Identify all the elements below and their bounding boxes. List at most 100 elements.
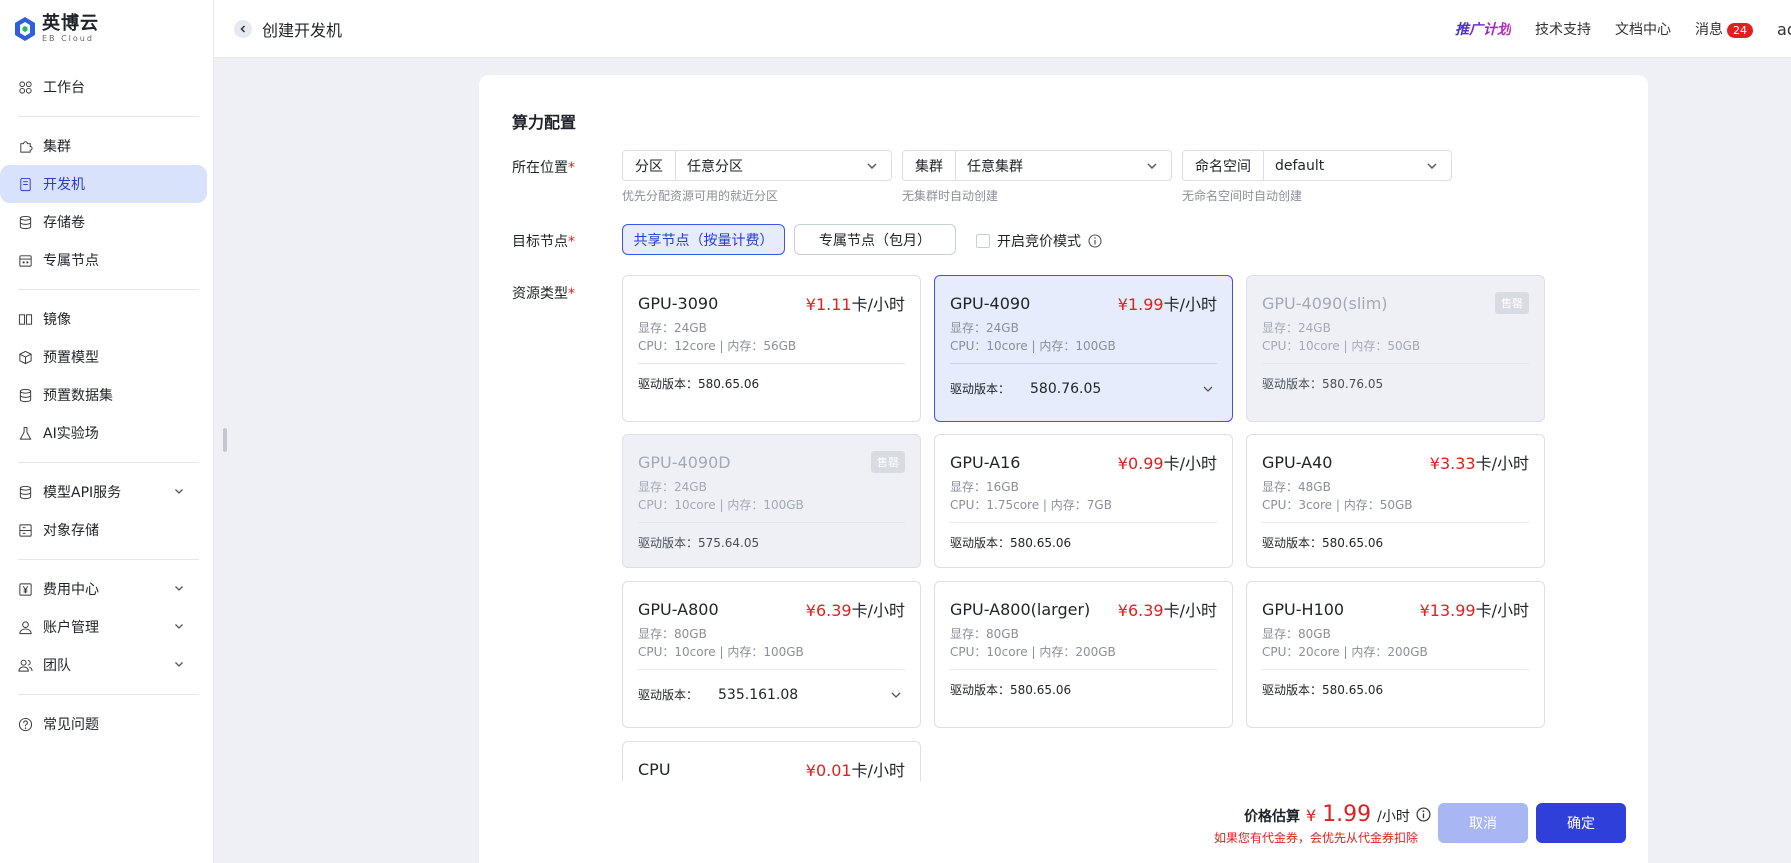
sidebar-item-devmachine[interactable]: 开发机	[0, 165, 207, 203]
docs-link[interactable]: 文档中心	[1615, 19, 1671, 39]
cancel-button[interactable]: 取消	[1438, 803, 1528, 843]
back-button[interactable]	[234, 19, 252, 38]
chevron-down-icon	[175, 489, 183, 494]
sidebar-item-ailab[interactable]: AI实验场	[0, 414, 207, 452]
sidebar-item-billing[interactable]: 费用中心	[0, 570, 207, 608]
sidebar-item-image[interactable]: 镜像	[0, 300, 207, 338]
sidebar-item-modelapi[interactable]: 模型API服务	[0, 473, 207, 511]
card-divider	[638, 669, 905, 670]
dedicated-node-button[interactable]: 专属节点（包月）	[794, 224, 956, 255]
estimate-label: 价格估算	[1244, 809, 1300, 825]
sidebar-item-predataset[interactable]: 预置数据集	[0, 376, 207, 414]
server-icon	[17, 176, 33, 192]
namespace-hint: 无命名空间时自动创建	[1182, 189, 1303, 203]
sidebar-item-label: 常见问题	[43, 717, 99, 733]
cluster-hint: 无集群时自动创建	[902, 189, 999, 203]
gpu-specs: 显存：80GB CPU：10core | 内存：100GB	[638, 627, 804, 659]
sidebar-item-label: AI实验场	[43, 426, 99, 442]
sidebar-item-premodel[interactable]: 预置模型	[0, 338, 207, 376]
support-link[interactable]: 技术支持	[1535, 19, 1591, 39]
sidebar-item-cluster[interactable]: 集群	[0, 127, 207, 165]
gpu-card: GPU-4090D 售罄显存：24GB CPU：10core | 内存：100GB 驱…	[622, 434, 921, 568]
sidebar-resize-handle[interactable]	[223, 428, 227, 452]
namespace-select[interactable]: 命名空间 default	[1182, 150, 1452, 181]
gpu-name: GPU-4090	[950, 293, 1031, 313]
bid-mode-label: 开启竞价模式	[997, 234, 1081, 250]
promo-link[interactable]: 推广计划	[1455, 19, 1511, 39]
driver-row: 驱动版本： 575.64.05	[638, 535, 760, 551]
chevron-down-icon	[867, 163, 877, 169]
gpu-card[interactable]: GPU-3090 ¥1.11卡/小时 显存：24GB CPU：12core | 内存：…	[622, 275, 921, 422]
gpu-specs: 显存：48GB CPU：3core | 内存：50GB	[1262, 480, 1413, 512]
gpu-specs: 显存：24GB CPU：10core | 内存：100GB	[638, 480, 804, 512]
messages-link[interactable]: 消息 24	[1695, 19, 1754, 39]
database-icon	[17, 387, 33, 403]
sidebar-divider	[18, 462, 199, 463]
gpu-card[interactable]: CPU ¥0.01卡/小时	[622, 741, 921, 781]
logo-subtitle: EB Cloud	[42, 34, 94, 43]
zone-prefix: 分区	[623, 151, 676, 180]
sidebar: 英博云 EB Cloud 工作台集群开发机存储卷专属节点镜像预置模型预置数据集 A…	[0, 0, 227, 863]
target-node-label: 目标节点*	[512, 234, 575, 250]
cluster-select[interactable]: 集群 任意集群	[902, 150, 1172, 181]
help-icon	[17, 716, 33, 732]
sidebar-item-label: 专属节点	[43, 253, 99, 269]
sidebar-item-workbench[interactable]: 工作台	[0, 68, 207, 106]
gpu-name: GPU-4090D	[638, 452, 731, 472]
user-menu[interactable]: ad	[1777, 20, 1791, 39]
calendar-icon	[17, 252, 33, 268]
sidebar-item-label: 模型API服务	[43, 485, 122, 501]
puzzle-icon	[17, 138, 33, 154]
zone-value: 任意分区	[687, 158, 743, 175]
gpu-card[interactable]: GPU-H100 ¥13.99卡/小时 显存：80GB CPU：20core | 内存…	[1246, 581, 1545, 728]
gpu-card[interactable]: GPU-A40 ¥3.33卡/小时 显存：48GB CPU：3core | 内存：50…	[1246, 434, 1545, 568]
sidebar-item-label: 集群	[43, 139, 71, 155]
info-icon[interactable]	[1088, 234, 1102, 248]
logo-name: 英博云	[42, 13, 99, 34]
driver-row: 驱动版本： 580.76.05	[1262, 376, 1384, 392]
gpu-name: GPU-A40	[1262, 452, 1333, 472]
sidebar-item-label: 开发机	[43, 177, 85, 193]
sidebar-item-dedicated[interactable]: 专属节点	[0, 241, 207, 279]
driver-select[interactable]: 580.76.05	[1030, 381, 1217, 397]
card-divider	[638, 363, 905, 364]
bid-mode-checkbox[interactable]	[976, 234, 990, 248]
driver-row: 驱动版本： 535.161.08	[638, 686, 905, 703]
zone-select[interactable]: 分区 任意分区	[622, 150, 892, 181]
bid-mode[interactable]: 开启竞价模式	[976, 231, 1102, 251]
driver-select[interactable]: 535.161.08	[718, 687, 905, 703]
sidebar-item-storage[interactable]: 存储卷	[0, 203, 207, 241]
sidebar-item-label: 费用中心	[43, 582, 99, 598]
shared-node-button[interactable]: 共享节点（按量计费）	[622, 224, 785, 255]
chevron-down-icon	[1427, 163, 1437, 169]
logo[interactable]: 英博云 EB Cloud	[0, 0, 213, 58]
driver-row: 驱动版本： 580.76.05	[950, 380, 1217, 397]
card-divider	[950, 669, 1217, 670]
card-divider	[1262, 363, 1529, 364]
gpu-specs: 显存：80GB CPU：20core | 内存：200GB	[1262, 627, 1428, 659]
gpu-specs: 显存：16GB CPU：1.75core | 内存：7GB	[950, 480, 1112, 512]
confirm-button[interactable]: 确定	[1536, 803, 1626, 843]
estimate-currency: ¥	[1306, 806, 1317, 825]
sidebar-item-account[interactable]: 账户管理	[0, 608, 207, 646]
sidebar-item-faq[interactable]: 常见问题	[0, 705, 207, 743]
chevron-down-icon	[175, 662, 183, 667]
sidebar-item-team[interactable]: 团队	[0, 646, 207, 684]
sold-out-badge: 售罄	[1495, 292, 1529, 314]
gpu-specs: 显存：24GB CPU：10core | 内存：100GB	[950, 321, 1116, 353]
sidebar-item-oss[interactable]: 对象存储	[0, 511, 207, 549]
sidebar-item-label: 镜像	[43, 312, 71, 328]
gpu-card[interactable]: GPU-A800(larger) ¥6.39卡/小时 显存：80GB CPU：10co…	[934, 581, 1233, 728]
info-icon[interactable]	[1416, 807, 1431, 822]
gpu-card[interactable]: GPU-4090 ¥1.99卡/小时 显存：24GB CPU：10core | 内存：…	[934, 275, 1233, 422]
price-estimate: 价格估算 ¥1.99/小时	[1244, 802, 1431, 827]
card-divider	[950, 363, 1217, 364]
gpu-card[interactable]: GPU-A800 ¥6.39卡/小时 显存：80GB CPU：10core | 内存：…	[622, 581, 921, 728]
sold-out-badge: 售罄	[871, 451, 905, 473]
gpu-name: GPU-A800	[638, 599, 719, 619]
sidebar-item-label: 预置模型	[43, 350, 99, 366]
gpu-card[interactable]: GPU-A16 ¥0.99卡/小时 显存：16GB CPU：1.75core | 内存…	[934, 434, 1233, 568]
gpu-price: ¥1.11卡/小时	[805, 295, 905, 314]
cluster-prefix: 集群	[903, 151, 956, 180]
card-divider	[1262, 669, 1529, 670]
